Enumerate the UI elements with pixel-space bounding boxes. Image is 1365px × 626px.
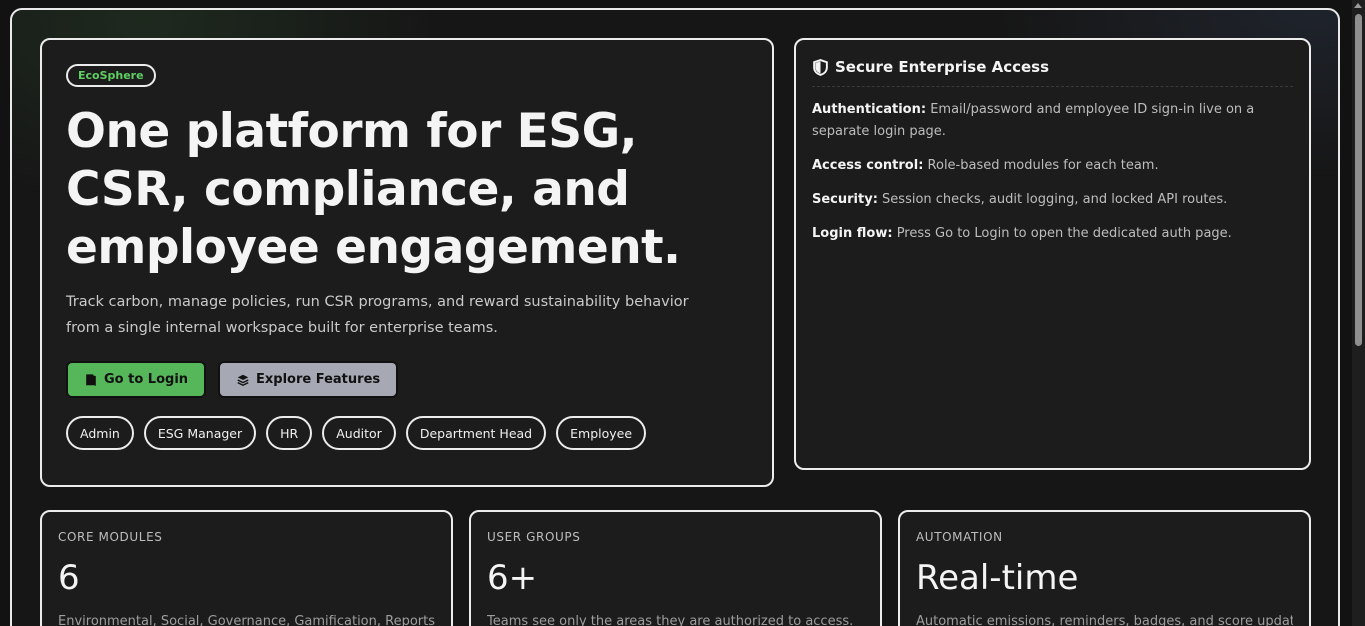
access-item-login-flow: Login flow: Press Go to Login to open th… <box>812 223 1293 245</box>
stat-description: Environmental, Social, Governance, Gamif… <box>58 614 435 626</box>
role-chip-auditor: Auditor <box>322 416 396 450</box>
stat-value: 6 <box>58 558 80 598</box>
hero-title: One platform for ESG, CSR, compliance, a… <box>66 104 681 275</box>
access-item-security: Security: Session checks, audit logging,… <box>812 189 1293 211</box>
access-item-text: Role-based modules for each team. <box>927 158 1159 173</box>
stat-value: 6+ <box>487 558 538 598</box>
access-item-key: Login flow: <box>812 226 893 241</box>
stat-label: AUTOMATION <box>916 530 1003 544</box>
access-item-key: Security: <box>812 192 878 207</box>
stat-label: USER GROUPS <box>487 530 581 544</box>
role-chip-hr: HR <box>266 416 313 450</box>
layers-icon <box>237 374 249 386</box>
explore-features-button[interactable]: Explore Features <box>218 361 399 398</box>
stat-label: CORE MODULES <box>58 530 163 544</box>
stat-description: Teams see only the areas they are author… <box>487 614 854 626</box>
hero-actions: Go to Login Explore Features <box>66 361 748 398</box>
access-item-key: Authentication: <box>812 102 927 117</box>
go-to-login-label: Go to Login <box>104 372 189 387</box>
access-item-key: Access control: <box>812 158 924 173</box>
go-to-login-button[interactable]: Go to Login <box>66 361 207 398</box>
scrollbar-thumb[interactable] <box>1355 14 1362 346</box>
shield-icon <box>813 58 828 76</box>
secure-access-card: Secure Enterprise Access Authentication:… <box>794 38 1311 470</box>
page-scrollbar[interactable] <box>1352 0 1365 626</box>
role-chip-employee: Employee <box>556 416 647 450</box>
brand-badge: EcoSphere <box>66 64 156 87</box>
secure-access-heading: Secure Enterprise Access <box>812 58 1293 87</box>
access-item-text: Session checks, audit logging, and locke… <box>882 192 1228 207</box>
scroll-up-arrow-icon[interactable] <box>1354 3 1362 8</box>
secure-access-title: Secure Enterprise Access <box>835 58 1050 76</box>
role-chips: Admin ESG Manager HR Auditor Department … <box>66 416 748 450</box>
hero-card: EcoSphere One platform for ESG, CSR, com… <box>40 38 774 487</box>
hero-subtitle: Track carbon, manage policies, run CSR p… <box>66 294 689 336</box>
explore-features-label: Explore Features <box>256 372 381 387</box>
stat-card-automation: AUTOMATION Real-time Automatic emissions… <box>898 510 1311 626</box>
stat-card-core-modules: CORE MODULES 6 Environmental, Social, Go… <box>40 510 453 626</box>
stat-value: Real-time <box>916 558 1079 598</box>
stat-card-user-groups: USER GROUPS 6+ Teams see only the areas … <box>469 510 882 626</box>
role-chip-admin: Admin <box>66 416 134 450</box>
door-icon <box>86 373 96 386</box>
access-item-access-control: Access control: Role-based modules for e… <box>812 155 1293 177</box>
access-item-authentication: Authentication: Email/password and emplo… <box>812 99 1293 143</box>
stat-description: Automatic emissions, reminders, badges, … <box>916 614 1293 626</box>
role-chip-esg-manager: ESG Manager <box>143 416 257 450</box>
role-chip-department-head: Department Head <box>405 416 547 450</box>
access-item-text: Press Go to Login to open the dedicated … <box>896 226 1232 241</box>
